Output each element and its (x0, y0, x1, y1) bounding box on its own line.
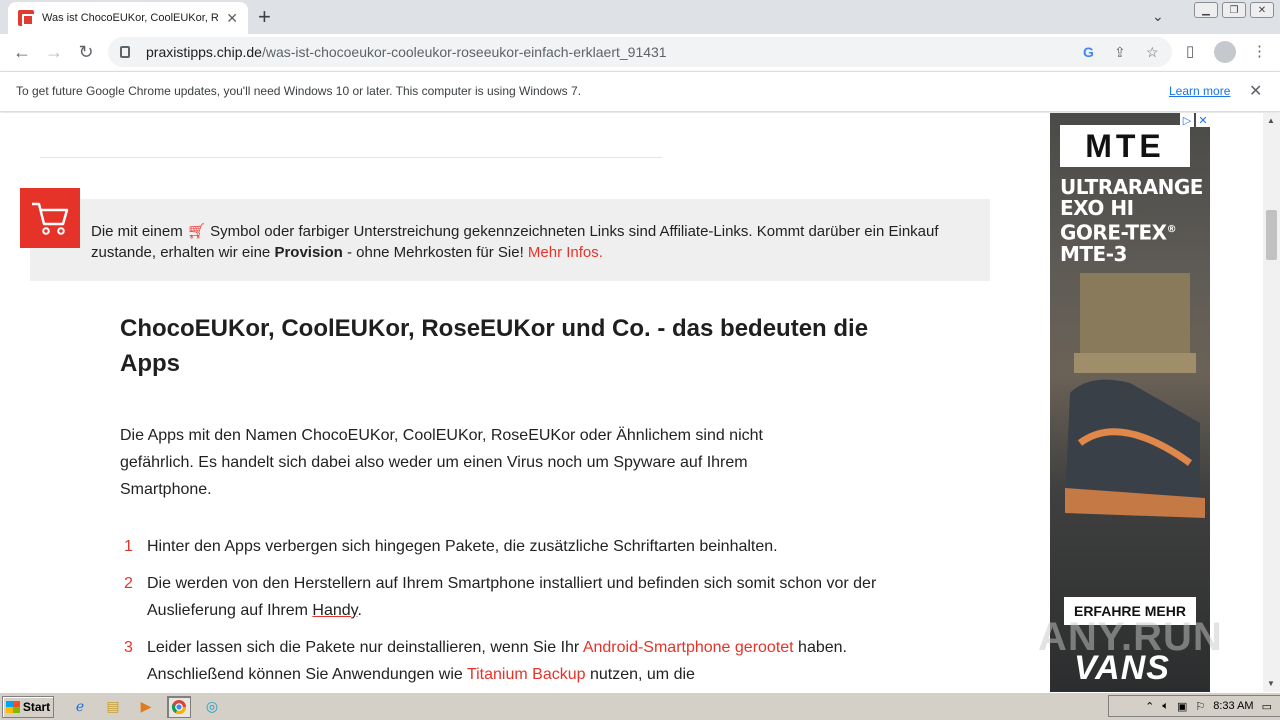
start-button[interactable]: Start (2, 695, 54, 718)
article-heading: ChocoEUKor, CoolEUKor, RoseEUKor und Co.… (120, 315, 869, 377)
update-infobar: To get future Google Chrome updates, you… (0, 71, 1280, 112)
list-item: 1 Hinter den Apps verbergen sich hingegen… (124, 538, 778, 555)
titanium-backup-link[interactable]: Titanium Backup (467, 666, 586, 683)
chrome-icon[interactable] (167, 695, 191, 718)
url-text: praxistipps.chip.de/was-ist-chocoeukor-c… (146, 44, 667, 60)
windows-taskbar: Start ℯ ▤ ▶ ◎ ⌃ 🔈︎ ▣ ⚐ 8:33 AM ▭ (0, 692, 1280, 720)
lock-icon[interactable] (120, 46, 130, 58)
system-tray: ⌃ 🔈︎ ▣ ⚐ 8:33 AM ▭ (1108, 695, 1280, 717)
window-close-icon[interactable]: ✕ (1250, 2, 1274, 18)
anyrun-watermark: ANY.RUN (1038, 615, 1223, 659)
tab-search-chevron-icon[interactable]: ⌄ (1152, 8, 1164, 25)
article-intro: Die Apps mit den Namen ChocoEUKor, CoolE… (120, 427, 763, 498)
infobar-message: To get future Google Chrome updates, you… (16, 84, 582, 98)
affiliate-notice-text: Die mit einem 🛒︎ Symbol oder farbiger Un… (91, 223, 939, 261)
menu-kebab-icon[interactable]: ⋮ (1252, 42, 1267, 60)
tab-close-icon[interactable]: ✕ (226, 10, 238, 27)
learn-more-link[interactable]: Learn more (1169, 84, 1230, 98)
edge-icon[interactable]: ◎ (200, 696, 224, 718)
infobar-close-icon[interactable]: ✕ (1249, 81, 1262, 101)
media-player-icon[interactable]: ▶ (134, 696, 158, 718)
action-center-flag-icon[interactable]: ⚐ (1195, 700, 1205, 713)
browser-tab[interactable]: Was ist ChocoEUKor, CoolEUKor, Ro ✕ (8, 2, 248, 34)
chip-favicon-icon (18, 10, 34, 26)
page-scrollbar[interactable]: ▲ ▼ (1263, 113, 1280, 692)
show-desktop-icon[interactable]: ▭ (1262, 700, 1272, 713)
tray-expand-icon[interactable]: ⌃ (1145, 700, 1154, 713)
forward-icon[interactable]: → (38, 37, 70, 69)
list-item: 3 Leider lassen sich die Pakete nur deins… (124, 639, 847, 683)
reload-icon[interactable]: ↻ (70, 37, 102, 69)
clock[interactable]: 8:33 AM (1213, 700, 1253, 712)
inline-cart-icon: 🛒︎ (186, 223, 206, 240)
minimize-icon[interactable]: ▁ (1194, 2, 1218, 18)
restore-icon[interactable]: ❐ (1222, 2, 1246, 18)
internet-explorer-icon[interactable]: ℯ (68, 696, 92, 718)
new-tab-icon[interactable]: + (258, 4, 271, 30)
page-content: Die mit einem 🛒︎ Symbol oder farbiger Un… (0, 113, 1280, 692)
file-explorer-icon[interactable]: ▤ (101, 696, 125, 718)
shoe-image (1065, 273, 1205, 518)
back-icon[interactable]: ← (6, 37, 38, 69)
browser-toolbar: ← → ↻ praxistipps.chip.de/was-ist-chocoe… (0, 34, 1280, 71)
list-item: 2 Die werden von den Herstellern auf Ihre… (124, 575, 877, 619)
ad-close-icon[interactable]: ✕ (1196, 113, 1210, 127)
windows-flag-icon (5, 700, 20, 713)
network-icon[interactable]: ▣ (1177, 700, 1187, 713)
share-icon[interactable]: ⇪ (1114, 44, 1126, 61)
scroll-up-icon[interactable]: ▲ (1267, 116, 1275, 125)
scroll-thumb[interactable] (1266, 210, 1277, 260)
tab-strip: Was ist ChocoEUKor, CoolEUKor, Ro ✕ + ⌄ … (0, 0, 1280, 34)
handy-link[interactable]: Handy (312, 602, 357, 619)
mte-logo: MTE (1060, 125, 1190, 167)
article-list: 1 Hinter den Apps verbergen sich hingegen… (120, 533, 880, 692)
google-lens-icon[interactable]: G (1083, 44, 1094, 60)
adchoices[interactable]: ▷ ✕ (1144, 113, 1210, 127)
address-bar[interactable]: praxistipps.chip.de/was-ist-chocoeukor-c… (108, 37, 1172, 67)
ad-tagline: ULTRARANGE EXO HI GORE-TEX® MTE-3 (1060, 175, 1203, 266)
bookmark-star-icon[interactable]: ☆ (1146, 44, 1159, 61)
android-rooten-link[interactable]: Android-Smartphone gerootet (583, 639, 794, 656)
window-controls: ▁ ❐ ✕ (1194, 0, 1274, 20)
shopping-cart-icon (20, 188, 80, 248)
more-info-link[interactable]: Mehr Infos. (528, 244, 603, 261)
divider (40, 157, 662, 158)
profile-avatar[interactable] (1214, 41, 1236, 63)
volume-icon[interactable]: 🔈︎ (1162, 700, 1169, 713)
adchoices-icon[interactable]: ▷ (1180, 113, 1194, 127)
scroll-down-icon[interactable]: ▼ (1267, 679, 1275, 688)
side-panel-icon[interactable]: ▯ (1186, 42, 1194, 60)
vans-advertisement[interactable]: MTE ULTRARANGE EXO HI GORE-TEX® MTE-3 ER… (1050, 113, 1210, 692)
tab-title: Was ist ChocoEUKor, CoolEUKor, Ro (42, 12, 218, 24)
